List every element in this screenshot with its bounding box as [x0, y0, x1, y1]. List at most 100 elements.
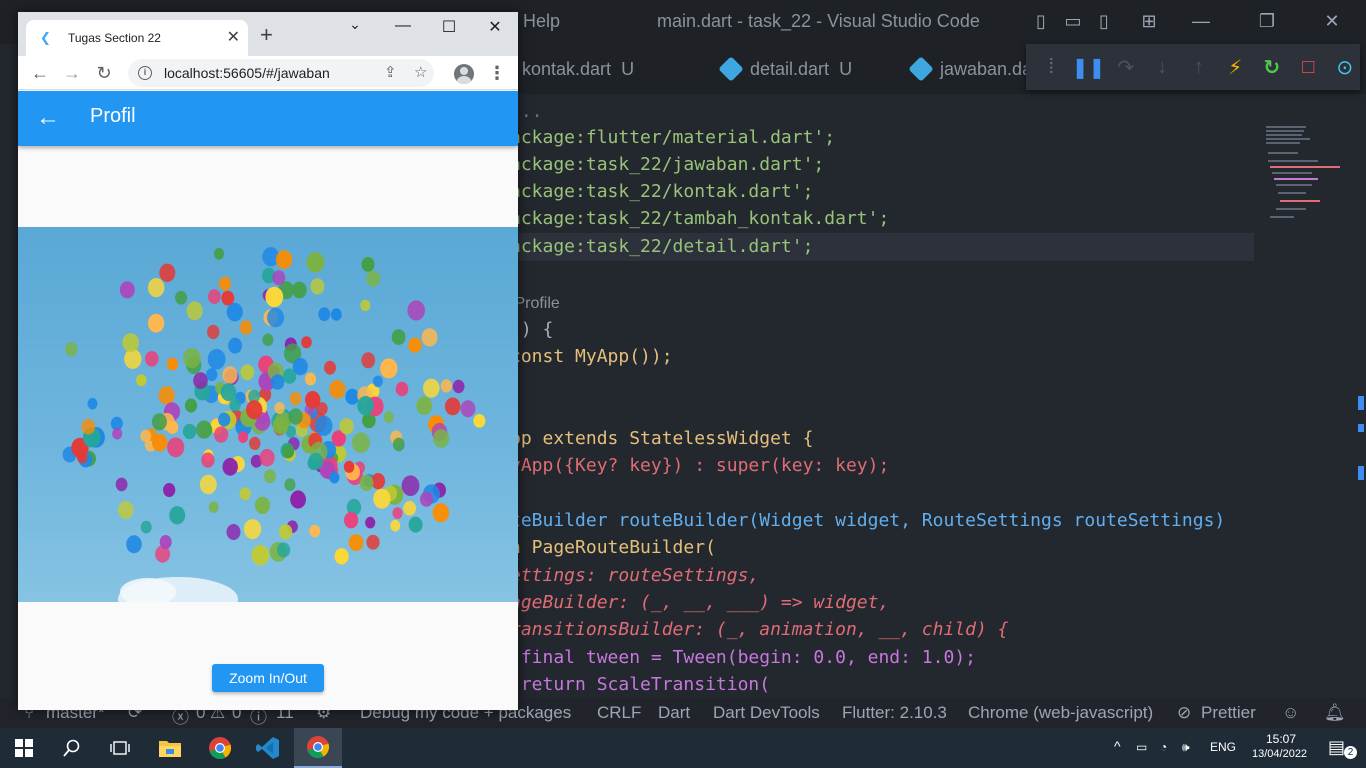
bookmark-star-icon[interactable]: ☆: [414, 63, 427, 81]
dart-file-icon: [908, 56, 934, 82]
tab-name: jawaban.da: [940, 58, 1033, 79]
restore-icon[interactable]: ❐: [1256, 10, 1278, 32]
balloon: [213, 247, 225, 260]
balloon: [324, 360, 336, 375]
notifications-bell-icon[interactable]: 🔔︎: [1324, 703, 1346, 723]
balloon: [292, 357, 308, 376]
balloon: [151, 413, 167, 431]
code-line: ackage:flutter/material.dart';: [518, 127, 836, 148]
address-bar[interactable]: i localhost:56605/#/jawaban ⇪ ☆: [128, 59, 434, 87]
share-icon[interactable]: ⇪: [384, 63, 397, 81]
balloon: [314, 415, 333, 436]
chrome-taskbar-button[interactable]: [196, 728, 244, 768]
balloon: [87, 397, 98, 410]
balloon: [228, 337, 243, 354]
step-out-icon[interactable]: ↑: [1184, 51, 1215, 83]
balloon: [238, 431, 249, 443]
balloon: [199, 474, 217, 495]
search-button[interactable]: [48, 728, 96, 768]
balloon: [304, 372, 317, 386]
tab-search-icon[interactable]: ⌄: [340, 16, 370, 33]
balloon: [119, 281, 135, 299]
device-selector[interactable]: Chrome (web-javascript): [968, 703, 1153, 723]
forward-icon[interactable]: →: [60, 61, 84, 85]
prettier-icon[interactable]: ⊘: [1177, 703, 1191, 723]
toggle-secondary-sidebar-icon[interactable]: ▯: [1093, 10, 1115, 32]
balloon: [167, 357, 179, 371]
battery-icon[interactable]: ▭: [1136, 740, 1147, 754]
close-icon[interactable]: ✕: [1321, 10, 1343, 32]
chrome-active-taskbar-button[interactable]: [294, 728, 342, 768]
wifi-icon[interactable]: ◔: [1160, 740, 1167, 754]
file-explorer-button[interactable]: [146, 728, 194, 768]
vscode-taskbar-button[interactable]: [244, 728, 292, 768]
balloon: [359, 474, 374, 491]
back-arrow-icon[interactable]: ←: [36, 104, 60, 132]
pause-icon[interactable]: ❚❚: [1072, 51, 1106, 83]
back-icon[interactable]: ←: [28, 61, 52, 85]
customize-layout-icon[interactable]: ⊞: [1138, 10, 1160, 32]
minimize-icon[interactable]: —: [1190, 10, 1212, 32]
hot-reload-icon[interactable]: ⚡: [1220, 51, 1251, 83]
balloon: [292, 281, 307, 299]
minimap[interactable]: [1256, 120, 1348, 230]
clock-date[interactable]: 13/04/2022: [1252, 748, 1307, 760]
site-info-icon[interactable]: i: [138, 66, 152, 80]
balloon: [408, 516, 423, 533]
flutter-version[interactable]: Flutter: 2.10.3: [842, 703, 947, 723]
tab-name: detail.dart: [750, 58, 830, 79]
dart-devtools[interactable]: Dart DevTools: [713, 703, 820, 723]
balloon: [183, 347, 201, 369]
balloon: [218, 412, 231, 427]
new-tab-icon[interactable]: +: [260, 24, 273, 46]
notification-count: 2: [1344, 746, 1357, 759]
start-button[interactable]: [0, 728, 48, 768]
balloon: [318, 307, 331, 322]
balloon: [207, 348, 226, 370]
tab-kontak[interactable]: kontak.dart U: [518, 44, 634, 94]
balloon: [206, 368, 218, 382]
action-center-icon[interactable]: ▤: [1328, 737, 1345, 758]
inspect-widget-icon[interactable]: ⊙: [1330, 51, 1361, 83]
zoom-in-out-button[interactable]: Zoom In/Out: [212, 664, 324, 692]
balloon: [452, 379, 465, 394]
tab-detail[interactable]: detail.dart U: [718, 44, 852, 94]
code-line: n PageRouteBuilder(: [518, 537, 716, 558]
balloon: [392, 437, 405, 452]
toggle-panel-icon[interactable]: ▭: [1062, 10, 1084, 32]
minimize-icon[interactable]: —: [388, 17, 418, 35]
chrome-menu-icon[interactable]: ⋮: [488, 61, 506, 85]
balloon: [345, 388, 360, 405]
menu-help[interactable]: Help: [523, 11, 560, 32]
drag-handle-icon[interactable]: ⁞: [1036, 51, 1067, 83]
prettier-status[interactable]: Prettier: [1201, 703, 1256, 723]
show-hidden-icons-icon[interactable]: ^: [1114, 738, 1121, 754]
restart-icon[interactable]: ↻: [1257, 51, 1288, 83]
balloon: [147, 313, 165, 333]
codelens-profile[interactable]: Profile: [518, 290, 560, 317]
close-window-icon[interactable]: ✕: [480, 17, 510, 37]
profile-avatar-icon[interactable]: [454, 64, 474, 84]
eol-indicator[interactable]: CRLF: [597, 703, 641, 723]
balloon: [136, 374, 147, 387]
browser-tab[interactable]: ❮ Tugas Section 22 ✕: [26, 20, 248, 56]
task-view-button[interactable]: [96, 728, 144, 768]
step-over-icon[interactable]: ↷: [1111, 51, 1142, 83]
tab-jawaban[interactable]: jawaban.da: [908, 44, 1032, 94]
language-mode[interactable]: Dart: [658, 703, 690, 723]
maximize-icon[interactable]: ☐: [434, 17, 464, 37]
balloon: [290, 490, 306, 509]
input-language[interactable]: ENG: [1210, 740, 1236, 754]
code-editor[interactable]: ... ackage:flutter/material.dart'; ackag…: [518, 94, 1254, 698]
reload-icon[interactable]: ↻: [92, 61, 116, 85]
balloon: [140, 520, 152, 534]
toggle-sidebar-icon[interactable]: ▯: [1030, 10, 1052, 32]
stop-icon[interactable]: □: [1293, 51, 1324, 83]
close-tab-icon[interactable]: ✕: [227, 29, 240, 47]
page-title: Profil: [90, 105, 136, 127]
clock-time[interactable]: 15:07: [1266, 732, 1296, 746]
balloon: [112, 427, 123, 440]
step-into-icon[interactable]: ↓: [1147, 51, 1178, 83]
feedback-icon[interactable]: ☺: [1282, 703, 1299, 723]
volume-icon[interactable]: 🕪︎: [1182, 740, 1190, 755]
